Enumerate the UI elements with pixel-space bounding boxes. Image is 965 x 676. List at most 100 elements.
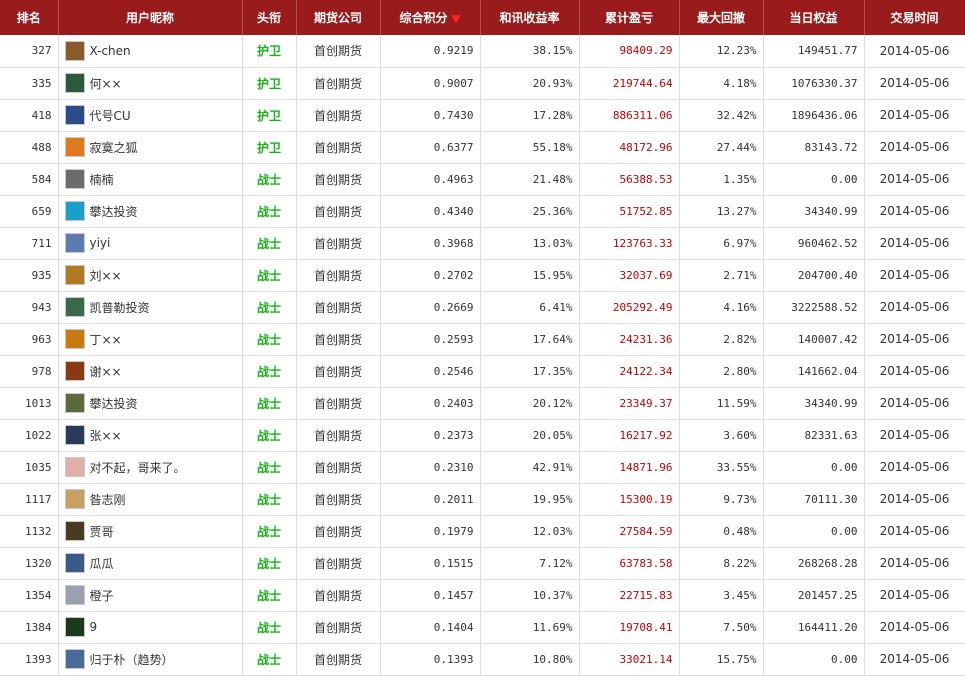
col-profit[interactable]: 累计盈亏 [579,0,680,35]
avatar[interactable] [64,233,85,253]
col-yield[interactable]: 和讯收益率 [480,0,580,35]
nickname-link[interactable]: 刘×× [90,267,122,284]
table-row: 978 谢×× 战士 首创期货 0.2546 17.35% 24122.34 2.80% 141… [0,355,965,388]
nickname-cell: 张×× [58,419,243,452]
score-cell: 0.4340 [380,195,481,228]
col-date[interactable]: 交易时间 [864,0,965,35]
avatar[interactable] [64,393,85,413]
title-badge: 战士 [242,451,297,484]
date-cell: 2014-05-06 [864,419,965,452]
table-row: 327 X-chen 护卫 首创期货 0.9219 38.15% 98409.29 12.23… [0,35,965,68]
avatar[interactable] [64,649,85,669]
nickname-link[interactable]: 何×× [90,75,122,92]
date-cell: 2014-05-06 [864,291,965,324]
nickname-link[interactable]: X-chen [90,44,131,58]
drawdown-cell: 12.23% [679,35,764,68]
nickname-link[interactable]: 代号CU [90,107,131,124]
nickname-link[interactable]: 凯普勒投资 [90,299,150,316]
drawdown-cell: 13.27% [679,195,764,228]
avatar[interactable] [64,361,85,381]
avatar[interactable] [64,329,85,349]
table-row: 335 何×× 护卫 首创期货 0.9007 20.93% 219744.64 4.18% 10… [0,67,965,100]
table-row: 1132 贾哥 战士 首创期货 0.1979 12.03% 27584.59 0.48% 0.0… [0,515,965,548]
drawdown-cell: 1.35% [679,163,764,196]
profit-cell: 27584.59 [579,515,680,548]
nickname-link[interactable]: 9 [90,620,98,634]
avatar[interactable] [64,40,85,61]
company-cell: 首创期货 [296,131,381,164]
nickname-link[interactable]: 瓜瓜 [90,555,114,572]
nickname-cell: 楠楠 [58,163,243,196]
avatar[interactable] [64,201,85,221]
rank-cell: 659 [0,195,59,228]
nickname-link[interactable]: 对不起，哥来了。 [90,459,186,476]
score-cell: 0.2403 [380,387,481,420]
col-score[interactable]: 综合积分 [380,0,481,35]
col-drawdown[interactable]: 最大回撤 [679,0,764,35]
avatar[interactable] [64,137,85,157]
date-cell: 2014-05-06 [864,67,965,100]
avatar[interactable] [64,457,85,477]
company-cell: 首创期货 [296,291,381,324]
date-cell: 2014-05-06 [864,451,965,484]
col-rank[interactable]: 排名 [0,0,59,35]
company-cell: 首创期货 [296,643,381,676]
table-row: 711 yiyi 战士 首创期货 0.3968 13.03% 123763.33 6.97% 9… [0,227,965,260]
nickname-link[interactable]: 谢×× [90,363,122,380]
title-badge: 战士 [242,163,297,196]
nickname-link[interactable]: yiyi [90,236,111,250]
date-cell: 2014-05-06 [864,99,965,132]
company-cell: 首创期货 [296,67,381,100]
nickname-cell: 刘×× [58,259,243,292]
avatar[interactable] [64,73,85,93]
score-cell: 0.2310 [380,451,481,484]
table-row: 1117 昝志刚 战士 首创期货 0.2011 19.95% 15300.19 9.73% 70… [0,483,965,516]
nickname-link[interactable]: 归于朴（趋势） [90,651,174,668]
profit-cell: 16217.92 [579,419,680,452]
avatar[interactable] [64,105,85,125]
nickname-link[interactable]: 攀达投资 [90,395,138,412]
date-cell: 2014-05-06 [864,163,965,196]
company-cell: 首创期货 [296,35,381,68]
equity-cell: 34340.99 [763,195,865,228]
col-company[interactable]: 期货公司 [296,0,381,35]
drawdown-cell: 7.50% [679,611,764,644]
score-cell: 0.2593 [380,323,481,356]
avatar[interactable] [64,169,85,189]
title-badge: 战士 [242,387,297,420]
avatar[interactable] [64,617,85,637]
table-row: 963 丁×× 战士 首创期货 0.2593 17.64% 24231.36 2.82% 140… [0,323,965,356]
nickname-link[interactable]: 贾哥 [90,523,114,540]
date-cell: 2014-05-06 [864,131,965,164]
avatar[interactable] [64,297,85,317]
nickname-cell: 贾哥 [58,515,243,548]
col-title[interactable]: 头衔 [242,0,297,35]
score-cell: 0.7430 [380,99,481,132]
avatar[interactable] [64,553,85,573]
yield-cell: 10.37% [480,579,580,612]
avatar[interactable] [64,489,85,509]
col-nickname[interactable]: 用户昵称 [58,0,243,35]
table-row: 1035 对不起，哥来了。 战士 首创期货 0.2310 42.91% 14871.96 33… [0,451,965,484]
nickname-link[interactable]: 橙子 [90,587,114,604]
avatar[interactable] [64,585,85,605]
rank-cell: 943 [0,291,59,324]
company-cell: 首创期货 [296,547,381,580]
avatar[interactable] [64,521,85,541]
nickname-link[interactable]: 攀达投资 [90,203,138,220]
equity-cell: 201457.25 [763,579,865,612]
drawdown-cell: 8.22% [679,547,764,580]
nickname-cell: yiyi [58,227,243,260]
date-cell: 2014-05-06 [864,387,965,420]
nickname-link[interactable]: 张×× [90,427,122,444]
profit-cell: 32037.69 [579,259,680,292]
nickname-link[interactable]: 丁×× [90,331,122,348]
nickname-link[interactable]: 楠楠 [90,171,114,188]
avatar[interactable] [64,425,85,445]
avatar[interactable] [64,265,85,285]
nickname-link[interactable]: 寂寞之狐 [90,139,138,156]
score-cell: 0.2373 [380,419,481,452]
nickname-link[interactable]: 昝志刚 [90,491,126,508]
equity-cell: 141662.04 [763,355,865,388]
col-equity[interactable]: 当日权益 [763,0,865,35]
